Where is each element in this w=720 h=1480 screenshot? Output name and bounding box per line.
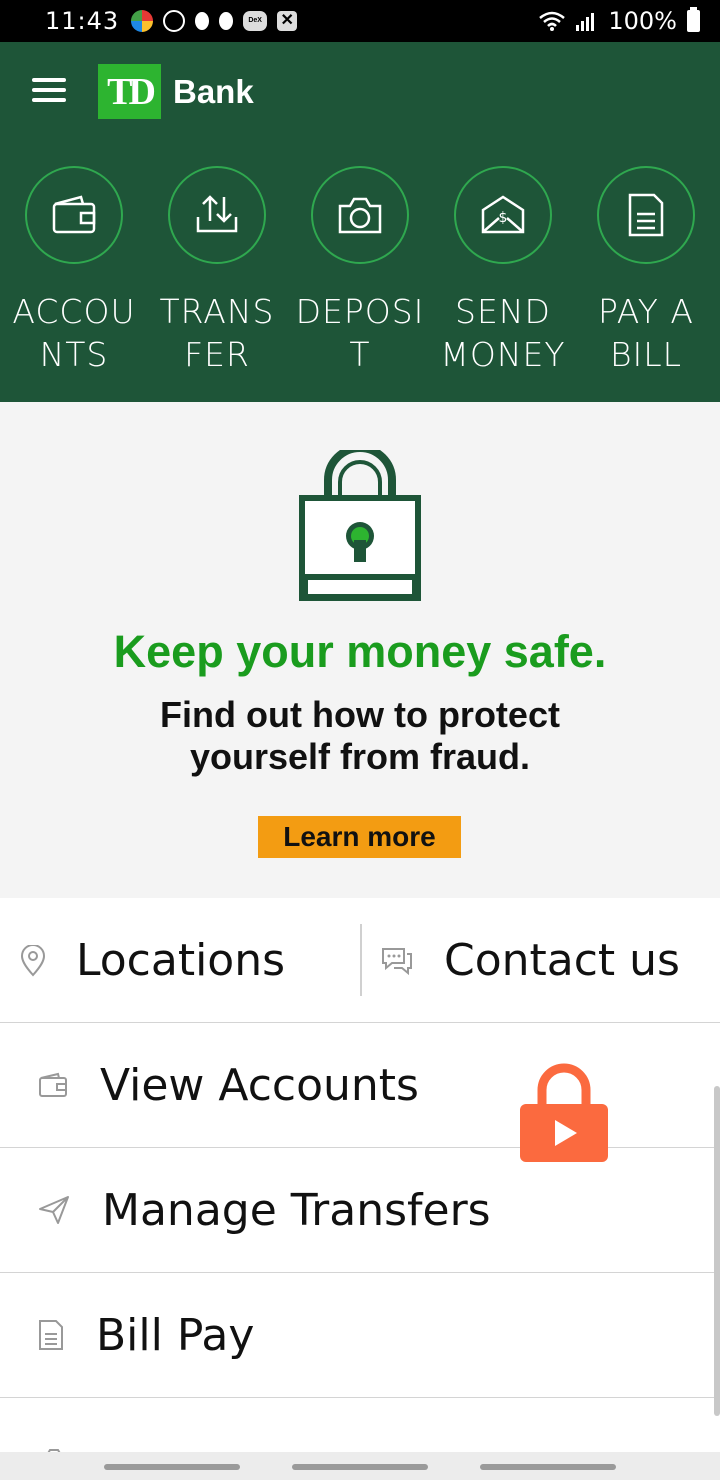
wallet-icon bbox=[52, 195, 96, 234]
svg-text:$: $ bbox=[499, 210, 508, 226]
view-accounts-label: View Accounts bbox=[100, 1059, 419, 1111]
deposit-label: DEPOSIT bbox=[295, 292, 425, 374]
envelope-icon: $ bbox=[481, 195, 525, 234]
brand-name: Bank bbox=[173, 72, 254, 110]
menu-item-bill-pay[interactable]: Bill Pay bbox=[0, 1273, 720, 1398]
transfer-icon bbox=[196, 195, 238, 233]
send-icon bbox=[39, 1196, 69, 1224]
promo-headline: Keep your money safe. bbox=[113, 626, 607, 677]
locations-link[interactable]: Locations bbox=[0, 898, 360, 1023]
bulb-icon bbox=[219, 12, 234, 30]
accounts-label: ACCOUNTS bbox=[12, 292, 136, 374]
color-app-icon bbox=[131, 10, 154, 32]
wifi-icon bbox=[539, 11, 566, 31]
quick-action-deposit[interactable]: DEPOSIT bbox=[290, 166, 430, 376]
quick-action-transfer[interactable]: TRANSFER bbox=[147, 166, 287, 376]
nav-back-handle[interactable] bbox=[104, 1464, 240, 1470]
contact-us-label: Contact us bbox=[444, 934, 680, 986]
bill-icon bbox=[628, 193, 664, 237]
deposit-circle[interactable] bbox=[311, 166, 409, 264]
transfer-label: TRANSFER bbox=[159, 292, 275, 374]
promo-subtext: Find out how to protect yourself from fr… bbox=[160, 694, 560, 777]
quick-action-pay-bill[interactable]: PAY A BILL bbox=[576, 166, 716, 376]
menu-item-view-accounts[interactable]: View Accounts bbox=[0, 1023, 720, 1148]
quick-actions: ACCOUNTS TRANSFER DEPOSIT $ SEND MONEY P… bbox=[0, 166, 720, 376]
battery-icon bbox=[687, 7, 700, 32]
menu-item-manage-transfers[interactable]: Manage Transfers bbox=[0, 1148, 720, 1273]
signal-icon bbox=[576, 13, 595, 31]
nav-recent-handle[interactable] bbox=[480, 1464, 616, 1470]
locations-label: Locations bbox=[76, 935, 286, 986]
camera-icon bbox=[338, 197, 382, 234]
status-right: 100% bbox=[538, 7, 700, 35]
send-money-circle[interactable]: $ bbox=[454, 166, 552, 264]
transfer-circle[interactable] bbox=[168, 166, 266, 264]
system-nav-bar bbox=[0, 1452, 720, 1480]
contact-us-link[interactable]: Contact us bbox=[360, 924, 720, 996]
hamburger-menu-icon[interactable] bbox=[32, 78, 66, 102]
notification-icons: DeX ✕ bbox=[131, 10, 298, 32]
wallet-icon bbox=[39, 1072, 67, 1097]
hand-icon bbox=[163, 10, 186, 32]
padlock-icon bbox=[299, 450, 421, 601]
manage-transfers-label: Manage Transfers bbox=[102, 1184, 491, 1236]
map-pin-icon bbox=[20, 944, 46, 976]
locations-contact-row: Locations Contact us bbox=[0, 898, 720, 1023]
quick-action-accounts[interactable]: ACCOUNTS bbox=[4, 166, 144, 376]
bulb-icon bbox=[195, 12, 210, 30]
floating-lock-play-button[interactable] bbox=[520, 1060, 608, 1162]
pay-bill-label: PAY A BILL bbox=[597, 292, 695, 374]
scrollbar[interactable] bbox=[714, 1086, 720, 1416]
close-box-icon: ✕ bbox=[277, 11, 298, 31]
chat-bubbles-icon bbox=[382, 948, 412, 975]
nav-home-handle[interactable] bbox=[292, 1464, 428, 1470]
send-money-label: SEND MONEY bbox=[440, 292, 566, 374]
bill-icon bbox=[39, 1320, 63, 1350]
td-bank-logo: TD Bank bbox=[98, 64, 254, 119]
status-time: 11:43 bbox=[45, 7, 120, 35]
status-bar: 11:43 DeX ✕ 100% bbox=[0, 0, 720, 42]
battery-percent: 100% bbox=[608, 7, 677, 35]
td-logo-mark: TD bbox=[98, 64, 161, 119]
learn-more-button[interactable]: Learn more bbox=[258, 816, 461, 858]
bill-pay-label: Bill Pay bbox=[96, 1309, 255, 1361]
pay-bill-circle[interactable] bbox=[597, 166, 695, 264]
quick-action-send-money[interactable]: $ SEND MONEY bbox=[433, 166, 573, 376]
accounts-circle[interactable] bbox=[25, 166, 123, 264]
dex-icon: DeX bbox=[243, 11, 268, 31]
app-header: TD Bank ACCOUNTS TRANSFER DEPOSIT $ SEND… bbox=[0, 42, 720, 402]
fraud-promo-banner[interactable]: Keep your money safe. Find out how to pr… bbox=[0, 402, 720, 898]
